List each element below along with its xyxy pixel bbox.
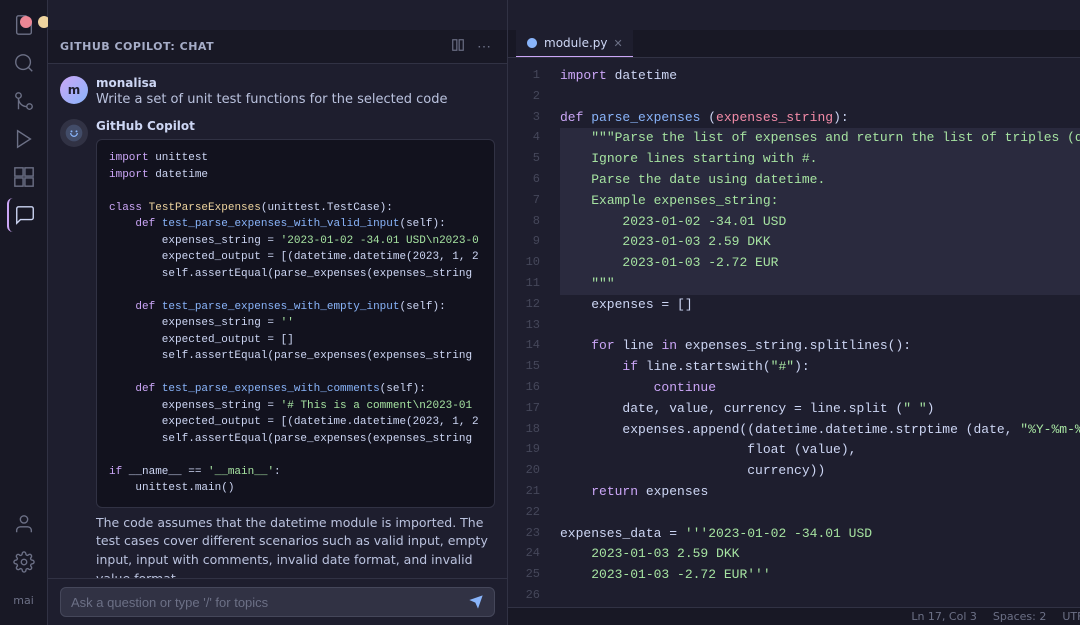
copilot-avatar [60,119,88,147]
code-line-7: Example expenses_string: [560,191,1080,212]
code-line-17: date, value, currency = line.split (" ") [560,399,1080,420]
code-line-10: 2023-01-03 -2.72 EUR [560,253,1080,274]
code-line-21: return expenses [560,482,1080,503]
chat-input-wrapper [60,587,495,617]
split-editor-icon[interactable] [447,36,469,57]
user-avatar: m [60,76,88,104]
run-debug-icon[interactable] [7,122,41,156]
close-dot[interactable] [20,16,32,28]
send-button[interactable] [468,594,484,610]
encoding: UTF-8 [1062,610,1080,623]
chat-messages: m monalisa Write a set of unit test func… [48,64,507,578]
indent-spaces: Spaces: 2 [993,610,1046,623]
copilot-response-text: The code assumes that the datetime modul… [96,514,495,579]
search-icon[interactable] [7,46,41,80]
code-line-25: 2023-01-03 -2.72 EUR''' [560,565,1080,586]
settings-icon[interactable] [7,545,41,579]
code-line-6: Parse the date using datetime. [560,170,1080,191]
account-icon[interactable] [7,507,41,541]
code-area[interactable]: import datetime def parse_expenses (expe… [548,58,1080,607]
python-file-icon [526,37,538,49]
chat-icon[interactable] [7,198,41,232]
editor-content: 12345 678910 1112131415 1617181920 21222… [508,58,1080,607]
more-options-icon[interactable]: ⋯ [473,36,495,57]
copilot-content: GitHub Copilot import unittest import da… [96,119,495,578]
chat-title: GITHUB COPILOT: CHAT [60,40,214,53]
chat-panel: GITHUB COPILOT: CHAT ⋯ m monalisa Write … [48,0,508,625]
code-line-19: float (value), [560,440,1080,461]
code-line-23: expenses_data = '''2023-01-02 -34.01 USD [560,524,1080,545]
code-line-8: 2023-01-02 -34.01 USD [560,212,1080,233]
code-line-13 [560,316,1080,337]
editor-tabs: module.py ✕ ⋯ [508,30,1080,58]
code-line-2 [560,87,1080,108]
source-control-icon[interactable] [7,84,41,118]
copilot-name: GitHub Copilot [96,119,495,133]
copilot-status-icon[interactable]: mai [7,583,41,617]
code-line-9: 2023-01-03 2.59 DKK [560,232,1080,253]
user-prompt: Write a set of unit test functions for t… [96,92,447,107]
line-numbers: 12345 678910 1112131415 1617181920 21222… [508,58,548,607]
code-line-16: continue [560,378,1080,399]
code-line-22 [560,503,1080,524]
code-line-24: 2023-01-03 2.59 DKK [560,544,1080,565]
copilot-code-block: import unittest import datetime class Te… [96,139,495,508]
code-line-4: """Parse the list of expenses and return… [560,128,1080,149]
code-line-11: """ [560,274,1080,295]
activity-bar-top [7,8,41,232]
code-line-18: expenses.append((datetime.datetime.strpt… [560,420,1080,441]
copilot-message: GitHub Copilot import unittest import da… [60,119,495,578]
code-line-3: def parse_expenses (expenses_string): [560,108,1080,129]
username: monalisa [96,76,447,90]
code-line-12: expenses = [] [560,295,1080,316]
user-message: m monalisa Write a set of unit test func… [60,76,495,107]
chat-input[interactable] [71,595,460,610]
user-info: monalisa Write a set of unit test functi… [96,76,447,107]
code-line-15: if line.startswith("#"): [560,357,1080,378]
chat-header: GITHUB COPILOT: CHAT ⋯ [48,30,507,64]
code-line-14: for line in expenses_string.splitlines()… [560,336,1080,357]
tab-close-icon[interactable]: ✕ [614,37,623,50]
code-line-5: Ignore lines starting with #. [560,149,1080,170]
chat-input-area [48,578,507,625]
tab-filename: module.py [544,36,608,50]
editor-panel: module.py ✕ ⋯ 12345 678910 1112131415 16… [508,0,1080,625]
activity-bar-bottom: mai [7,507,41,617]
activity-bar: mai [0,0,48,625]
tab-module-py[interactable]: module.py ✕ [516,30,633,57]
extensions-icon[interactable] [7,160,41,194]
code-line-1: import datetime [560,66,1080,87]
code-line-20: currency)) [560,461,1080,482]
cursor-position: Ln 17, Col 3 [911,610,977,623]
chat-header-icons: ⋯ [447,36,495,57]
code-line-26 [560,586,1080,607]
status-bar: Ln 17, Col 3 Spaces: 2 UTF-8 LF () TypeS… [508,607,1080,625]
